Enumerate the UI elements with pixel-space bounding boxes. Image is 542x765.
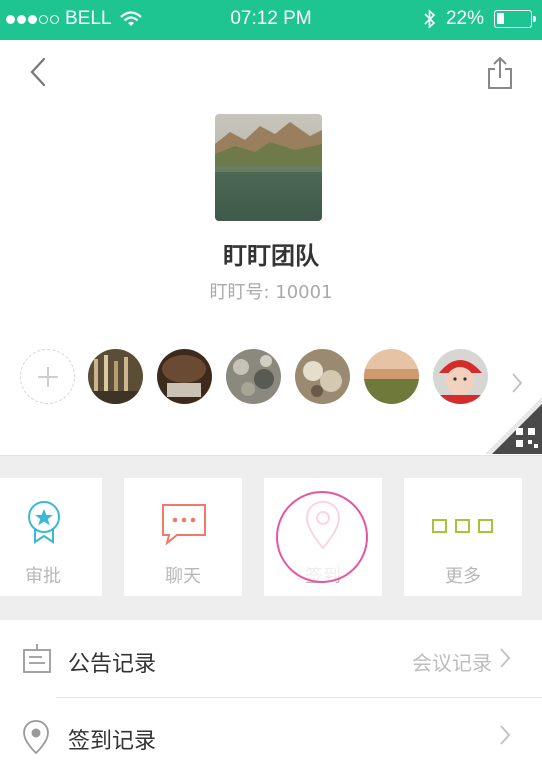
record-list: 公告记录 会议记录 签到记录 (0, 620, 542, 765)
chevron-left-icon[interactable] (26, 56, 50, 88)
action-label: 聊天 (165, 566, 201, 587)
share-icon[interactable] (486, 56, 514, 90)
list-divider (56, 697, 542, 698)
action-checkin-card[interactable]: 签到 (264, 478, 382, 596)
list-item-title: 签到记录 (68, 729, 157, 754)
member-avatar-5[interactable] (364, 349, 419, 404)
battery-icon (494, 10, 536, 28)
action-chat-card[interactable]: 聊天 (124, 478, 242, 596)
member-avatar-1[interactable] (88, 349, 143, 404)
member-strip (20, 349, 540, 405)
action-label: 签到 (305, 566, 341, 587)
notice-board-icon (23, 644, 51, 673)
chevron-right-icon (500, 648, 511, 668)
action-more-card[interactable]: 更多 (404, 478, 522, 596)
team-avatar[interactable] (215, 114, 322, 221)
battery-fill (497, 13, 504, 24)
three-squares-icon (432, 519, 493, 533)
bluetooth-icon (424, 9, 436, 29)
member-avatar-4[interactable] (295, 349, 350, 404)
location-pin-icon (23, 720, 49, 755)
landscape-photo (215, 114, 322, 221)
list-item-checkin-records[interactable]: 签到记录 (0, 697, 542, 765)
action-label: 更多 (445, 566, 481, 587)
chevron-right-icon[interactable] (510, 371, 524, 395)
qr-code-icon[interactable] (486, 398, 542, 454)
member-avatar-3[interactable] (226, 349, 281, 404)
list-item-notice-records[interactable]: 公告记录 会议记录 (0, 620, 542, 697)
action-approval-card[interactable]: 审批 (0, 478, 102, 596)
status-bar: BELL 07:12 PM 22% (0, 0, 542, 40)
member-avatar-6[interactable] (433, 349, 488, 404)
member-avatar-2[interactable] (157, 349, 212, 404)
team-id: 盯盯号: 10001 (209, 282, 333, 303)
location-pin-icon (305, 500, 341, 550)
battery-percent: 22% (445, 8, 484, 29)
status-right: 22% (424, 8, 536, 30)
action-label: 审批 (25, 566, 61, 587)
list-item-title: 公告记录 (68, 652, 157, 677)
badge-ribbon-icon (28, 501, 60, 544)
plus-icon[interactable] (20, 349, 75, 404)
chevron-right-icon (500, 725, 511, 745)
team-name: 盯盯团队 (223, 242, 319, 270)
meeting-records-link[interactable]: 会议记录 (412, 647, 492, 676)
chat-bubble-icon (162, 504, 206, 545)
